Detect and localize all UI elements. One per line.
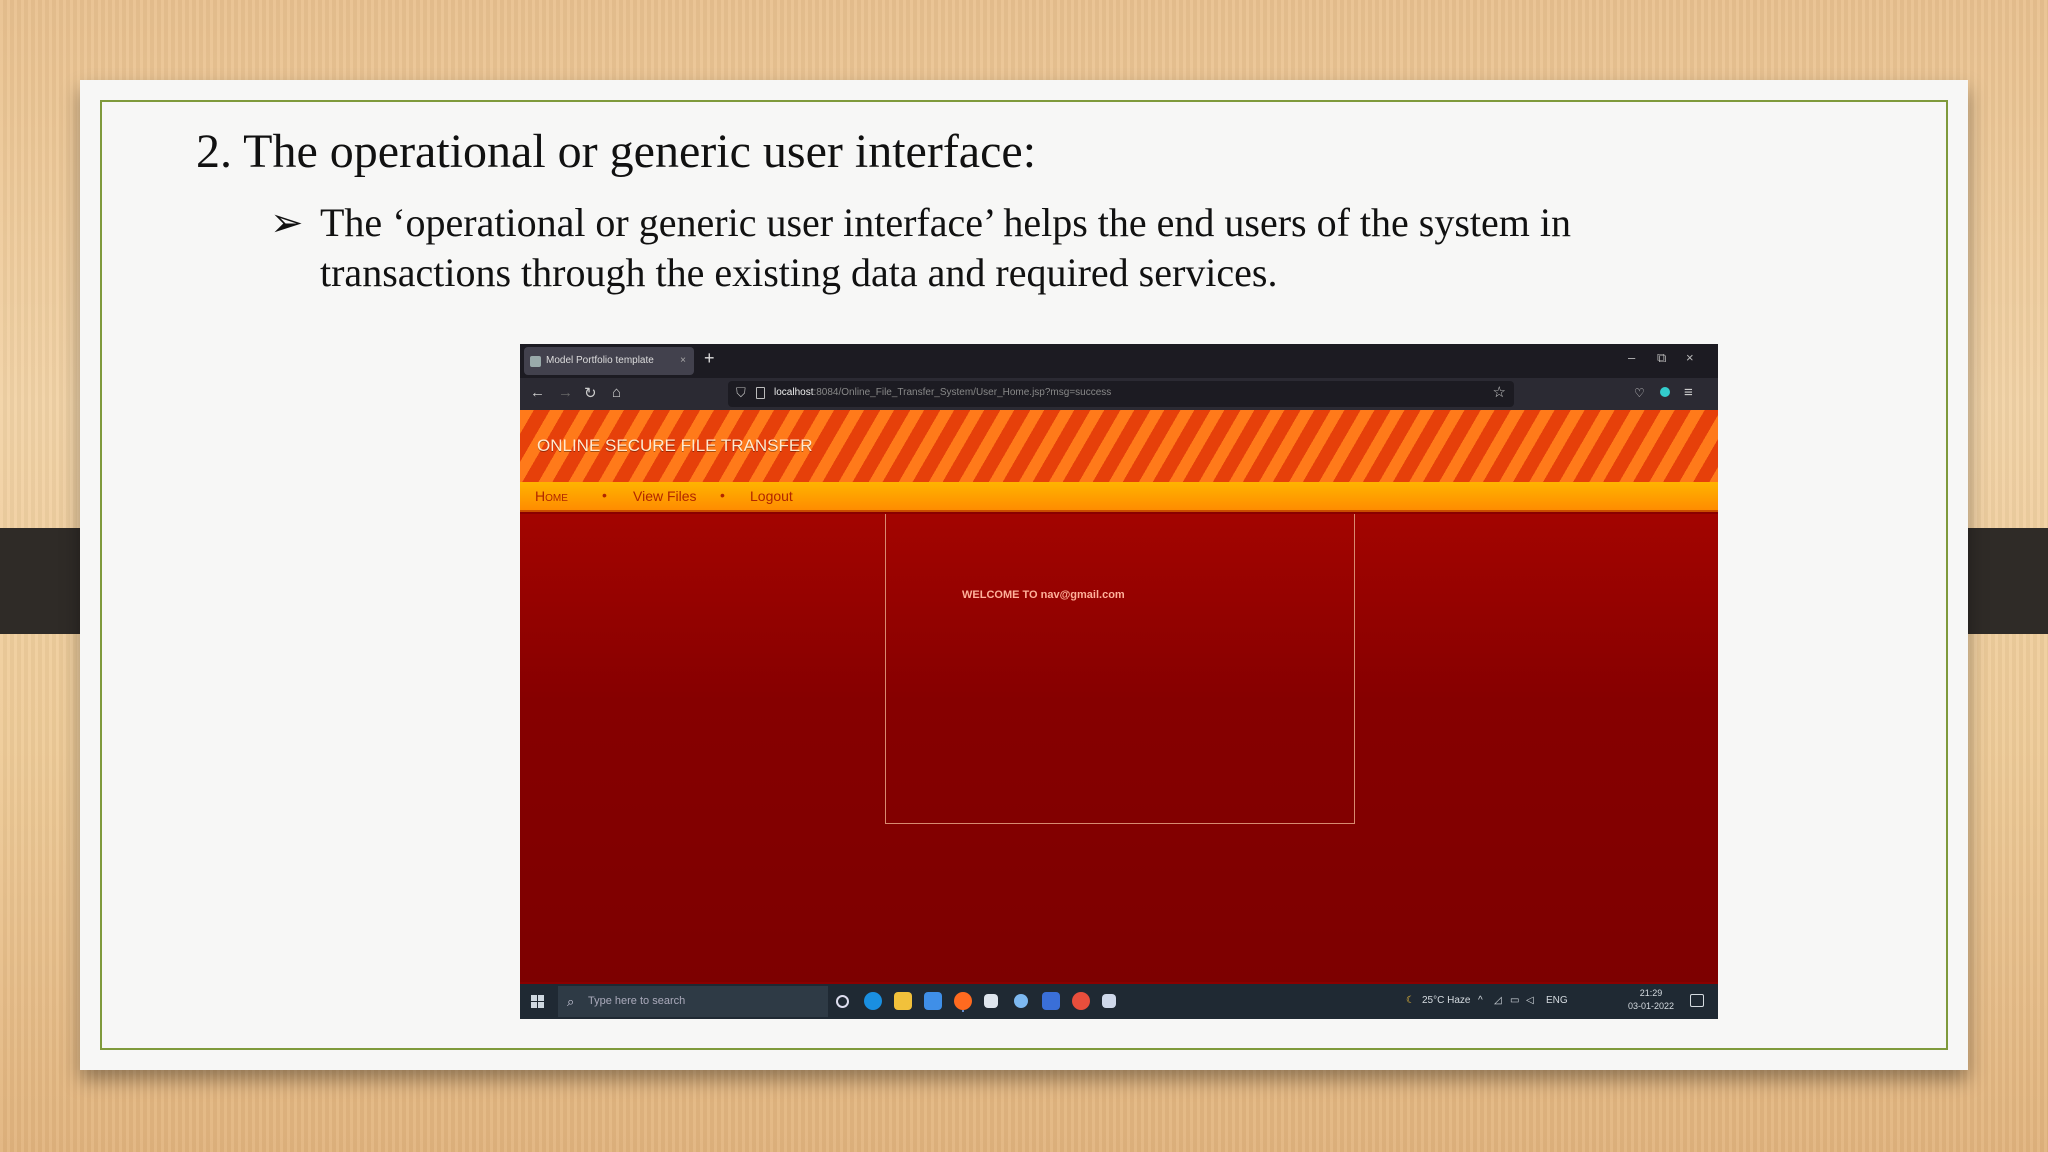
- nav-separator: •: [720, 487, 725, 503]
- tab-favicon-icon: [530, 356, 541, 367]
- address-bar[interactable]: ⛉ localhost:8084/Online_File_Transfer_Sy…: [728, 381, 1514, 407]
- tab-close-icon[interactable]: ×: [680, 347, 686, 375]
- nav-separator: •: [602, 487, 607, 503]
- weather-icon: ☾: [1406, 995, 1415, 1006]
- search-icon: ⌕: [567, 994, 575, 1009]
- taskbar-search-box[interactable]: ⌕ Type here to search: [558, 986, 828, 1017]
- site-title: ONLINE SECURE FILE TRANSFER: [537, 436, 813, 455]
- site-header: ONLINE SECURE FILE TRANSFER: [520, 410, 1718, 482]
- file-explorer-icon[interactable]: [894, 992, 912, 1010]
- url-host: localhost: [774, 387, 814, 398]
- slide-title: 2. The operational or generic user inter…: [196, 125, 1037, 178]
- welcome-message: WELCOME TO nav@gmail.com: [962, 589, 1125, 601]
- windows-start-icon[interactable]: [531, 995, 544, 1008]
- firefox-icon[interactable]: [954, 992, 972, 1010]
- minimize-button[interactable]: –: [1628, 350, 1635, 365]
- notification-icon[interactable]: [1690, 994, 1704, 1007]
- forward-arrow-icon[interactable]: →: [558, 384, 573, 401]
- tray-chevron-icon[interactable]: ^: [1478, 995, 1483, 1006]
- restore-button[interactable]: ⧉: [1657, 350, 1666, 366]
- cortana-icon[interactable]: [836, 995, 849, 1008]
- nav-view-files-link[interactable]: View Files: [633, 488, 697, 504]
- menu-icon[interactable]: ≡: [1684, 384, 1693, 401]
- shield-icon: ⛉: [736, 385, 746, 400]
- weather-text[interactable]: 25°C Haze: [1422, 995, 1470, 1006]
- bullet-arrow-icon: ➢: [270, 200, 304, 245]
- page-icon: [756, 387, 765, 399]
- word-icon[interactable]: [1042, 992, 1060, 1010]
- slide-card: 2. The operational or generic user inter…: [80, 80, 1968, 1070]
- battery-icon[interactable]: ▭: [1510, 995, 1519, 1006]
- extension-icon[interactable]: [1660, 387, 1670, 397]
- edge-icon[interactable]: [864, 992, 882, 1010]
- mail-icon[interactable]: [924, 992, 942, 1010]
- bookmark-star-icon[interactable]: ☆: [1493, 383, 1506, 401]
- url-path: :8084/Online_File_Transfer_System/User_H…: [813, 387, 1112, 398]
- app-icon[interactable]: [1014, 994, 1028, 1008]
- back-arrow-icon[interactable]: ←: [530, 384, 545, 401]
- clock-date: 03-01-2022: [1627, 1001, 1674, 1011]
- windows-taskbar: ⌕ Type here to search ☾ 25°C Haze ^ ◿ ▭ …: [520, 984, 1718, 1019]
- volume-icon[interactable]: ◁: [1526, 995, 1534, 1006]
- reload-icon[interactable]: ↻: [584, 384, 597, 402]
- taskbar-clock[interactable]: 21:29 03-01-2022: [1628, 987, 1674, 1013]
- new-tab-button[interactable]: +: [704, 348, 715, 369]
- bullet-item: ➢ The ‘operational or generic user inter…: [270, 198, 1750, 298]
- chrome-icon[interactable]: [1072, 992, 1090, 1010]
- network-icon[interactable]: ◿: [1494, 995, 1502, 1006]
- site-navbar: Home • View Files • Logout: [520, 482, 1718, 512]
- welcome-panel: WELCOME TO nav@gmail.com: [885, 514, 1355, 824]
- nav-home-link[interactable]: Home: [535, 488, 568, 504]
- url-text: localhost:8084/Online_File_Transfer_Syst…: [774, 387, 1111, 398]
- browser-tab[interactable]: Model Portfolio template ×: [524, 347, 694, 375]
- pocket-icon[interactable]: ♡: [1634, 386, 1645, 400]
- browser-tab-bar: Model Portfolio template × + – ⧉ ×: [520, 344, 1718, 378]
- browser-screenshot: Model Portfolio template × + – ⧉ × ← → ↻…: [520, 344, 1718, 1019]
- taskbar-search-placeholder: Type here to search: [588, 995, 686, 1007]
- browser-toolbar: ← → ↻ ⌂ ⛉ localhost:8084/Online_File_Tra…: [520, 378, 1718, 410]
- close-window-button[interactable]: ×: [1686, 350, 1694, 365]
- box-app-icon[interactable]: [1102, 994, 1116, 1008]
- bullet-text: The ‘operational or generic user interfa…: [320, 200, 1571, 295]
- clock-time: 21:29: [1639, 988, 1663, 998]
- language-indicator[interactable]: ENG: [1546, 995, 1568, 1006]
- dropbox-icon[interactable]: [984, 994, 998, 1008]
- home-icon[interactable]: ⌂: [612, 384, 621, 401]
- nav-logout-link[interactable]: Logout: [750, 488, 793, 504]
- tab-title: Model Portfolio template: [546, 355, 654, 366]
